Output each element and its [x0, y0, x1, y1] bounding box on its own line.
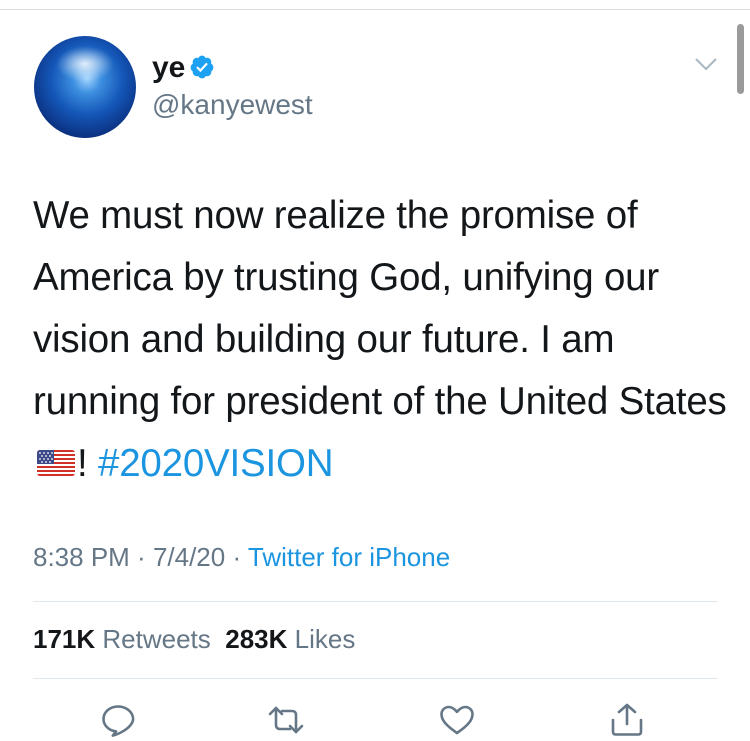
- display-name[interactable]: ye: [152, 50, 185, 86]
- tweet-source-link[interactable]: Twitter for iPhone: [248, 542, 450, 572]
- divider: [33, 601, 718, 602]
- tweet-exclamation: !: [77, 442, 98, 485]
- top-divider: [0, 9, 750, 10]
- avatar-highlight: [56, 46, 114, 82]
- likes-label[interactable]: Likes: [295, 624, 356, 654]
- tweet-stats: 171K Retweets 283K Likes: [33, 622, 355, 656]
- retweets-count[interactable]: 171K: [33, 624, 95, 654]
- user-handle[interactable]: @kanyewest: [152, 88, 313, 122]
- share-icon[interactable]: [607, 702, 647, 738]
- tweet-time: 8:38 PM: [33, 542, 130, 572]
- likes-count[interactable]: 283K: [225, 624, 287, 654]
- hashtag-link[interactable]: #2020VISION: [98, 442, 334, 485]
- meta-separator: ·: [225, 542, 248, 572]
- tweet-meta: 8:38 PM · 7/4/20 · Twitter for iPhone: [33, 540, 450, 574]
- avatar[interactable]: [34, 36, 136, 138]
- tweet-detail-view: ye @kanyewest We must now realize the pr…: [0, 0, 750, 741]
- retweet-icon[interactable]: [266, 702, 306, 738]
- reply-icon[interactable]: [98, 702, 138, 738]
- divider: [33, 678, 718, 679]
- us-flag-icon: [37, 449, 75, 476]
- tweet-date: 7/4/20: [152, 542, 226, 572]
- verified-badge-icon: [190, 55, 214, 79]
- scrollbar[interactable]: [737, 24, 744, 94]
- tweet-text: We must now realize the promise of Ameri…: [33, 185, 733, 495]
- retweets-label[interactable]: Retweets: [102, 624, 210, 654]
- meta-separator: ·: [129, 542, 153, 572]
- chevron-down-icon[interactable]: [695, 58, 717, 72]
- like-icon[interactable]: [437, 702, 477, 738]
- tweet-body: We must now realize the promise of Ameri…: [33, 194, 727, 423]
